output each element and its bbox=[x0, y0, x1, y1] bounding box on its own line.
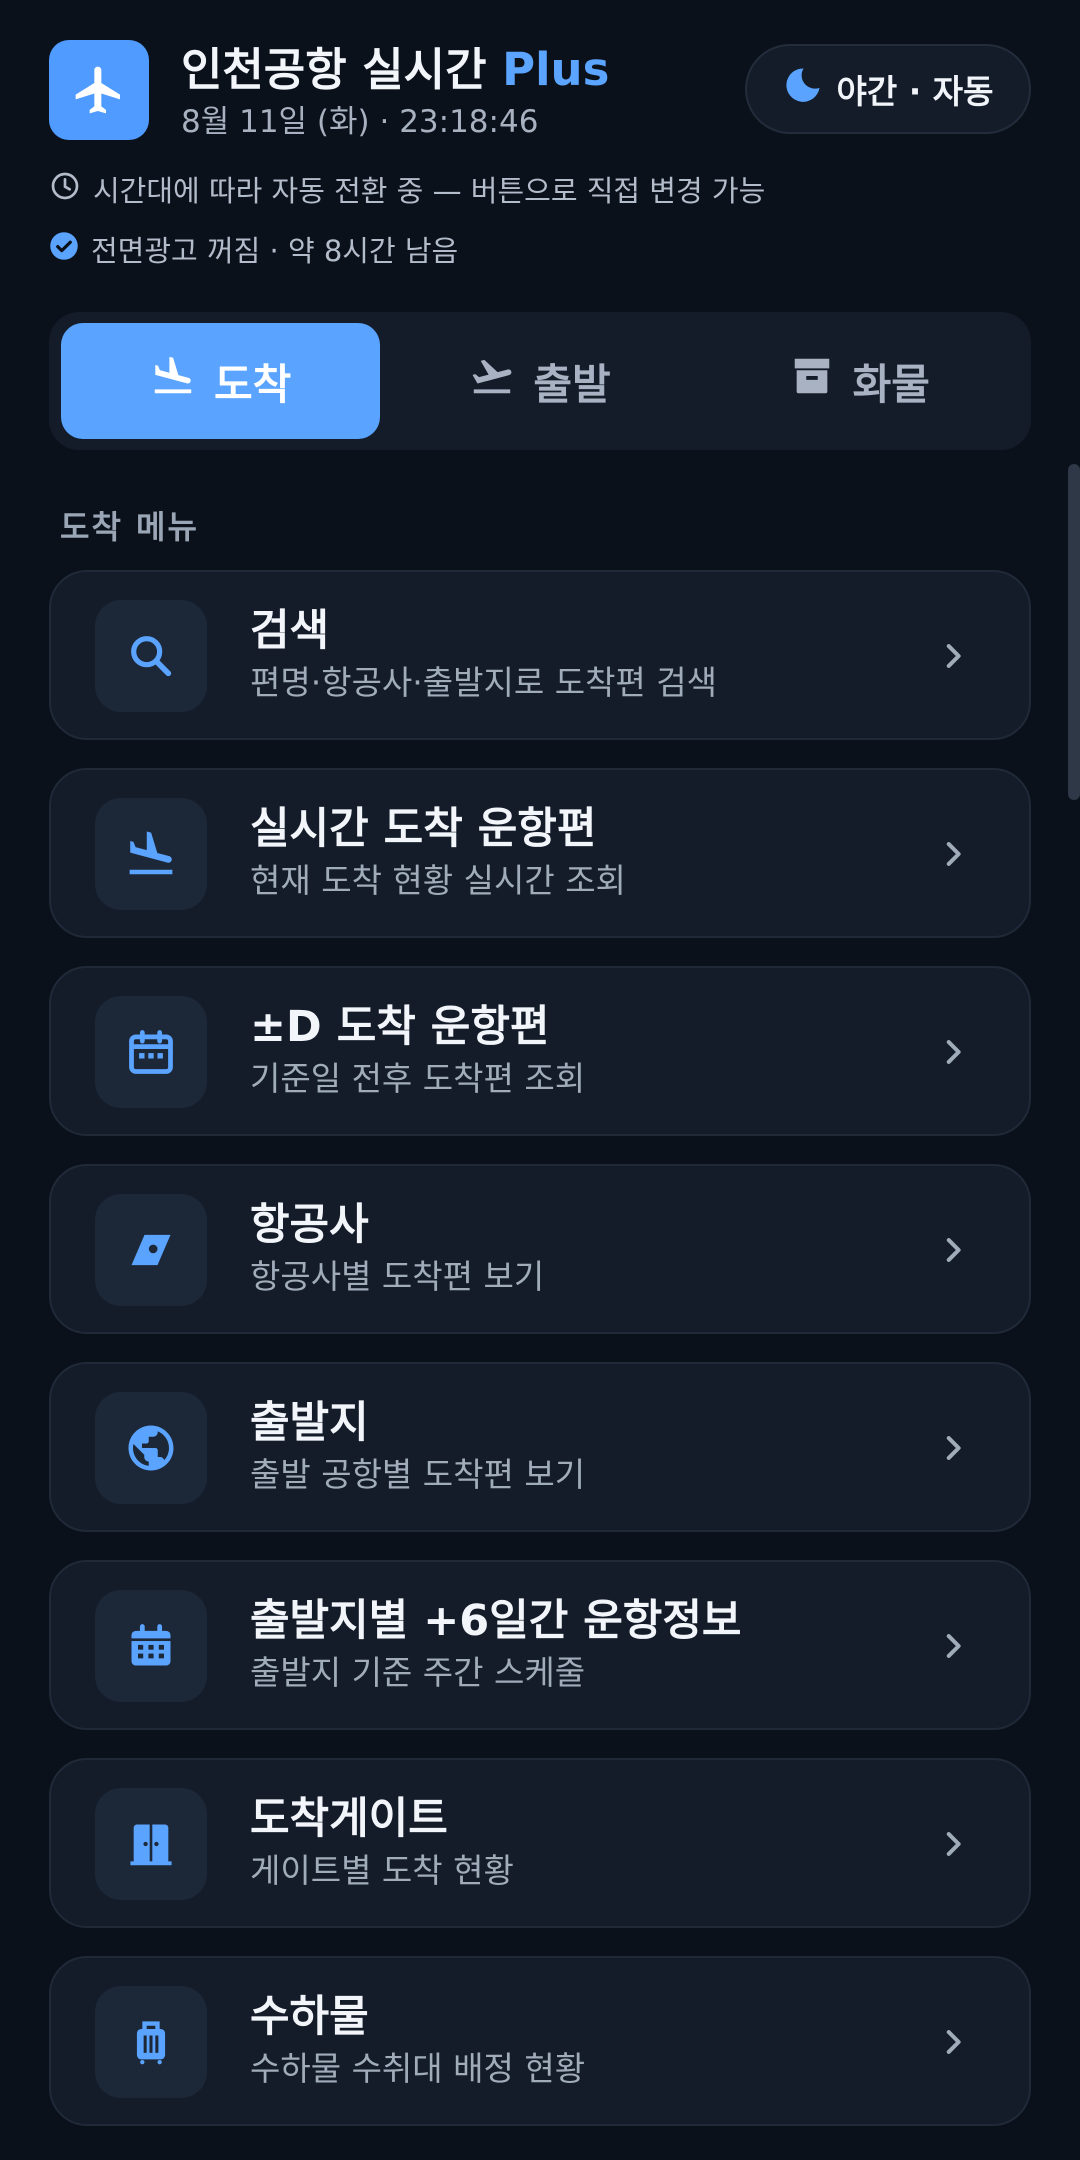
chevron-right-icon bbox=[933, 834, 973, 874]
menu-item-title: 출발지별 +6일간 운항정보 bbox=[250, 1596, 742, 1646]
theme-toggle-label: 야간 · 자동 bbox=[836, 72, 994, 111]
chevron-right-icon bbox=[933, 1032, 973, 1072]
menu-item-title: 검색 bbox=[250, 606, 330, 656]
menu-item-text: 출발지 출발 공항별 도착편 보기 bbox=[250, 1394, 585, 1498]
menu-item-title: 항공사 bbox=[250, 1200, 369, 1250]
auto-switch-text: 시간대에 따라 자동 전환 중 — 버튼으로 직접 변경 가능 bbox=[93, 174, 766, 208]
menu-item-text: 실시간 도착 운항편 현재 도착 현황 실시간 조회 bbox=[250, 800, 626, 904]
plane-takeoff-icon bbox=[469, 353, 515, 409]
arrival-menu-list: 검색 편명·항공사·출발지로 도착편 검색 실시간 도착 운항편 현재 도착 현… bbox=[49, 570, 1031, 2154]
title-block: 인천공항 실시간 Plus 8월 11일 (화) · 23:18:46 bbox=[181, 40, 609, 144]
scrollbar-thumb[interactable] bbox=[1068, 464, 1080, 800]
menu-item-baggage[interactable]: 수하물 수하물 수취대 배정 현황 bbox=[49, 1956, 1031, 2126]
menu-item-subtitle: 기준일 전후 도착편 조회 bbox=[250, 1059, 586, 1098]
app-title-text: 인천공항 실시간 bbox=[181, 43, 487, 96]
chevron-right-icon bbox=[933, 1230, 973, 1270]
tab-cargo[interactable]: 화물 bbox=[700, 323, 1019, 439]
app-screen: 인천공항 실시간 Plus 8월 11일 (화) · 23:18:46 야간 ·… bbox=[0, 0, 1080, 2160]
luggage-icon bbox=[95, 1986, 207, 2098]
tab-departure[interactable]: 출발 bbox=[380, 323, 699, 439]
menu-item-subtitle: 항공사별 도착편 보기 bbox=[250, 1257, 545, 1296]
menu-item-subtitle: 편명·항공사·출발지로 도착편 검색 bbox=[250, 663, 717, 702]
menu-item-text: 수하물 수하물 수취대 배정 현황 bbox=[250, 1988, 585, 2092]
app-title: 인천공항 실시간 Plus bbox=[181, 40, 609, 100]
menu-item-text: 항공사 항공사별 도착편 보기 bbox=[250, 1196, 544, 1300]
menu-item-title: 도착게이트 bbox=[250, 1794, 448, 1844]
app-title-accent: Plus bbox=[502, 43, 610, 96]
header: 인천공항 실시간 Plus 8월 11일 (화) · 23:18:46 야간 ·… bbox=[49, 40, 1031, 140]
theme-toggle-button[interactable]: 야간 · 자동 bbox=[745, 44, 1031, 134]
menu-item-weekly-by-origin[interactable]: 출발지별 +6일간 운항정보 출발지 기준 주간 스케줄 bbox=[49, 1560, 1031, 1730]
tab-arrival-label: 도착 bbox=[214, 359, 292, 409]
airline-tail-icon bbox=[95, 1194, 207, 1306]
chevron-right-icon bbox=[933, 636, 973, 676]
chevron-right-icon bbox=[933, 1626, 973, 1666]
menu-item-arrival-gates[interactable]: 도착게이트 게이트별 도착 현황 bbox=[49, 1758, 1031, 1928]
plane-landing-icon bbox=[95, 798, 207, 910]
calendar-icon bbox=[95, 996, 207, 1108]
menu-item-subtitle: 게이트별 도착 현황 bbox=[250, 1851, 514, 1890]
chevron-right-icon bbox=[933, 1824, 973, 1864]
clock-icon bbox=[49, 170, 81, 209]
menu-item-title: ±D 도착 운항편 bbox=[250, 1002, 550, 1052]
menu-item-text: ±D 도착 운항편 기준일 전후 도착편 조회 bbox=[250, 998, 585, 1102]
archive-box-icon bbox=[789, 353, 835, 409]
ad-status-text: 전면광고 꺼짐 · 약 8시간 남음 bbox=[91, 234, 459, 268]
menu-item-search[interactable]: 검색 편명·항공사·출발지로 도착편 검색 bbox=[49, 570, 1031, 740]
calendar-month-icon bbox=[95, 1590, 207, 1702]
moon-icon bbox=[783, 65, 823, 113]
current-datetime: 8월 11일 (화) · 23:18:46 bbox=[181, 104, 539, 140]
menu-item-subtitle: 출발지 기준 주간 스케줄 bbox=[250, 1653, 586, 1692]
menu-item-date-range-arrivals[interactable]: ±D 도착 운항편 기준일 전후 도착편 조회 bbox=[49, 966, 1031, 1136]
menu-item-subtitle: 현재 도착 현황 실시간 조회 bbox=[250, 861, 626, 900]
section-label: 도착 메뉴 bbox=[60, 508, 199, 546]
chevron-right-icon bbox=[933, 1428, 973, 1468]
search-icon bbox=[95, 600, 207, 712]
airplane-icon bbox=[49, 40, 149, 140]
menu-item-title: 수하물 bbox=[250, 1992, 369, 2042]
menu-item-title: 출발지 bbox=[250, 1398, 369, 1448]
menu-item-origins[interactable]: 출발지 출발 공항별 도착편 보기 bbox=[49, 1362, 1031, 1532]
main-tabs: 도착 출발 화물 bbox=[49, 312, 1031, 450]
auto-switch-info: 시간대에 따라 자동 전환 중 — 버튼으로 직접 변경 가능 bbox=[49, 168, 765, 210]
plane-landing-icon bbox=[150, 353, 196, 409]
menu-item-title: 실시간 도착 운항편 bbox=[250, 804, 597, 854]
chevron-right-icon bbox=[933, 2022, 973, 2062]
menu-item-airlines[interactable]: 항공사 항공사별 도착편 보기 bbox=[49, 1164, 1031, 1334]
menu-item-text: 도착게이트 게이트별 도착 현황 bbox=[250, 1790, 514, 1894]
tab-arrival[interactable]: 도착 bbox=[61, 323, 381, 439]
menu-item-subtitle: 출발 공항별 도착편 보기 bbox=[250, 1455, 586, 1494]
door-icon bbox=[95, 1788, 207, 1900]
menu-item-text: 출발지별 +6일간 운항정보 출발지 기준 주간 스케줄 bbox=[250, 1592, 742, 1696]
globe-icon bbox=[95, 1392, 207, 1504]
menu-item-subtitle: 수하물 수취대 배정 현황 bbox=[250, 2049, 586, 2088]
tab-departure-label: 출발 bbox=[533, 359, 611, 409]
menu-item-live-arrivals[interactable]: 실시간 도착 운항편 현재 도착 현황 실시간 조회 bbox=[49, 768, 1031, 938]
check-circle-icon bbox=[49, 231, 79, 268]
tab-cargo-label: 화물 bbox=[852, 359, 930, 409]
menu-item-text: 검색 편명·항공사·출발지로 도착편 검색 bbox=[250, 602, 717, 706]
ad-status-info: 전면광고 꺼짐 · 약 8시간 남음 bbox=[49, 228, 458, 270]
